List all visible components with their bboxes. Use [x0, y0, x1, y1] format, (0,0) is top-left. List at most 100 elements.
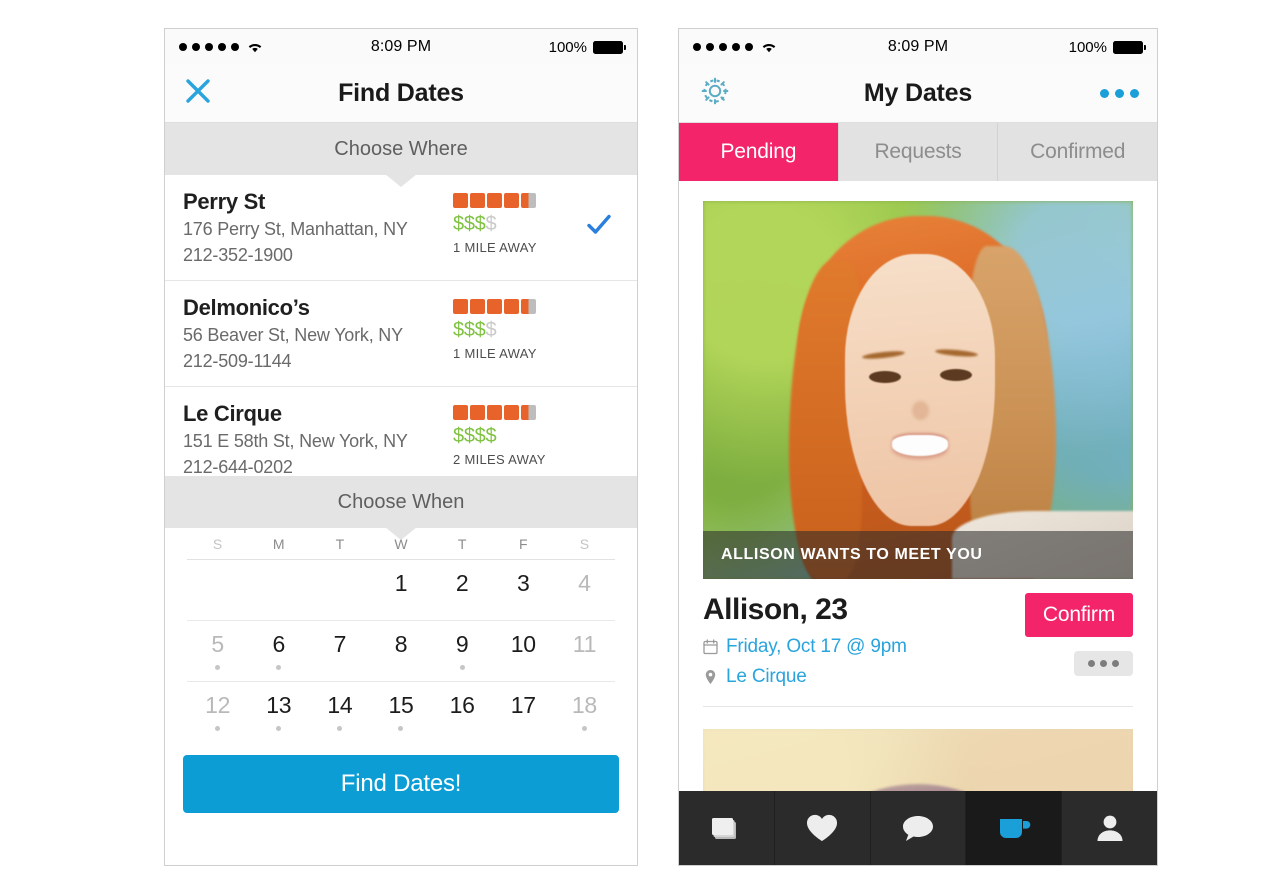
calendar-day-number: 6 [272, 631, 285, 658]
choose-where-label: Choose Where [334, 137, 468, 160]
calendar-day-dot [215, 726, 221, 732]
tab-likes[interactable] [775, 791, 871, 865]
coffee-cup-icon [996, 813, 1032, 843]
calendar-day-cell[interactable]: 17 [493, 682, 554, 743]
tab-dates[interactable] [966, 791, 1063, 865]
weekday-header: S [579, 536, 590, 553]
rating-stars-icon [453, 405, 579, 421]
calendar-day-cell[interactable]: 5 [187, 621, 248, 682]
calendar-day-cell[interactable]: 3 [493, 560, 554, 621]
choose-when-header[interactable]: Choose When [165, 476, 637, 541]
calendar-day-cell[interactable]: 9 [432, 621, 493, 682]
calendar: S M T W T F S 1 2 3 4 5 6 7 8 9 10 11 12… [165, 528, 637, 743]
tab-bar: Pending Requests Confirmed [679, 123, 1157, 181]
restaurant-info: Delmonico’s 56 Beaver St, New York, NY 2… [183, 295, 453, 374]
more-horizontal-icon[interactable] [1100, 89, 1139, 98]
calendar-day-cell[interactable]: 8 [370, 621, 431, 682]
nav-bar-right: My Dates [679, 65, 1157, 123]
page-title: Find Dates [338, 79, 464, 107]
calendar-day-cell[interactable]: 4 [554, 560, 615, 621]
calendar-day-cell[interactable]: 14 [309, 682, 370, 743]
calendar-day-dot [398, 726, 404, 732]
gear-icon[interactable] [697, 77, 733, 113]
weekday-header: T [335, 536, 345, 553]
heart-icon [805, 812, 839, 844]
checkmark-icon [587, 214, 611, 234]
date-card-body: Allison, 23 Friday, Oct 17 @ 9pm Le Cirq… [679, 579, 1157, 706]
calendar-day-cell[interactable] [309, 560, 370, 621]
status-bar-right: 8:09 PM 100% [679, 29, 1157, 65]
confirm-button[interactable]: Confirm [1024, 593, 1133, 637]
calendar-day-number: 16 [449, 692, 475, 719]
card-more-button[interactable] [1074, 651, 1133, 676]
tab-confirmed[interactable]: Confirmed [998, 123, 1157, 181]
calendar-day-cell[interactable]: 18 [554, 682, 615, 743]
date-time-row[interactable]: Friday, Oct 17 @ 9pm [703, 636, 1015, 658]
status-bar-left: 8:09 PM 100% [165, 29, 637, 65]
calendar-day-cell[interactable]: 7 [309, 621, 370, 682]
weekday-header: M [272, 536, 285, 553]
rating-stars-icon [453, 299, 579, 315]
calendar-day-cell[interactable]: 1 [370, 560, 431, 621]
status-time: 8:09 PM [370, 38, 432, 55]
calendar-day-cell[interactable]: 16 [432, 682, 493, 743]
selected-check [579, 189, 619, 237]
table-row[interactable]: Perry St 176 Perry St, Manhattan, NY 212… [165, 175, 637, 282]
selected-check [579, 295, 619, 317]
restaurant-info: Perry St 176 Perry St, Manhattan, NY 212… [183, 189, 453, 268]
choose-where-header[interactable]: Choose Where [165, 123, 637, 187]
weekday-header: F [518, 536, 528, 553]
calendar-day-number: 7 [333, 631, 347, 658]
restaurant-name: Delmonico’s [183, 295, 310, 321]
date-time-text: Friday, Oct 17 @ 9pm [726, 635, 907, 657]
calendar-day-number: 14 [327, 692, 353, 719]
date-place-row[interactable]: Le Cirque [703, 666, 1015, 688]
restaurant-address: 56 Beaver St, New York, NY [183, 324, 403, 345]
portrait-illustration [703, 201, 1133, 579]
calendar-day-cell[interactable]: 13 [248, 682, 309, 743]
calendar-day-cell[interactable]: 11 [554, 621, 615, 682]
restaurant-info: Le Cirque 151 E 58th St, New York, NY 21… [183, 401, 453, 480]
tab-cards[interactable] [679, 791, 775, 865]
dates-feed: ALLISON WANTS TO MEET YOU Allison, 23 Fr… [679, 181, 1157, 826]
phone-right-my-dates: 8:09 PM 100% My Dates Pending Requests C… [678, 28, 1158, 866]
tab-profile[interactable] [1062, 791, 1157, 865]
calendar-day-number: 2 [455, 570, 469, 597]
date-card-actions: Confirm [1015, 593, 1133, 676]
settings-button[interactable] [697, 73, 733, 114]
calendar-icon [703, 638, 718, 655]
screenshot-stage: 8:09 PM 100% Find Dates Choose Where Per [0, 0, 1270, 891]
calendar-day-cell[interactable]: 6 [248, 621, 309, 682]
bottom-tab-bar [679, 791, 1157, 865]
restaurant-name: Perry St [183, 189, 265, 214]
calendar-day-cell[interactable] [187, 560, 248, 621]
calendar-day-cell[interactable]: 10 [493, 621, 554, 682]
nav-bar-left: Find Dates [165, 65, 637, 123]
calendar-day-cell[interactable]: 2 [432, 560, 493, 621]
restaurant-distance: 2 MILES AWAY [453, 452, 546, 468]
date-photo[interactable]: ALLISON WANTS TO MEET YOU [703, 201, 1133, 579]
overflow-menu-button[interactable] [1100, 89, 1139, 98]
close-icon[interactable] [183, 79, 213, 110]
calendar-day-number: 8 [394, 631, 408, 658]
restaurant-phone: 212-509-1144 [183, 350, 292, 371]
calendar-week-row: 1 2 3 4 [187, 560, 615, 621]
calendar-day-number: 18 [571, 692, 597, 719]
rating-stars-icon [453, 193, 579, 208]
cta-container: Find Dates! [165, 742, 637, 833]
close-button[interactable] [183, 76, 213, 111]
person-icon [1094, 812, 1126, 844]
restaurant-name: Le Cirque [183, 401, 282, 427]
calendar-day-cell[interactable] [248, 560, 309, 621]
tab-pending[interactable]: Pending [679, 123, 839, 181]
weekday-header: S [212, 536, 223, 553]
calendar-day-cell[interactable]: 12 [187, 682, 248, 743]
restaurant-distance: 1 MILE AWAY [453, 240, 537, 255]
tab-requests[interactable]: Requests [838, 123, 999, 181]
table-row[interactable]: Delmonico’s 56 Beaver St, New York, NY 2… [165, 281, 637, 388]
calendar-day-cell[interactable]: 15 [370, 682, 431, 743]
table-row[interactable]: Le Cirque 151 E 58th St, New York, NY 21… [165, 387, 637, 490]
find-dates-button[interactable]: Find Dates! [183, 754, 619, 813]
calendar-day-dot [337, 726, 343, 732]
tab-messages[interactable] [871, 791, 967, 865]
